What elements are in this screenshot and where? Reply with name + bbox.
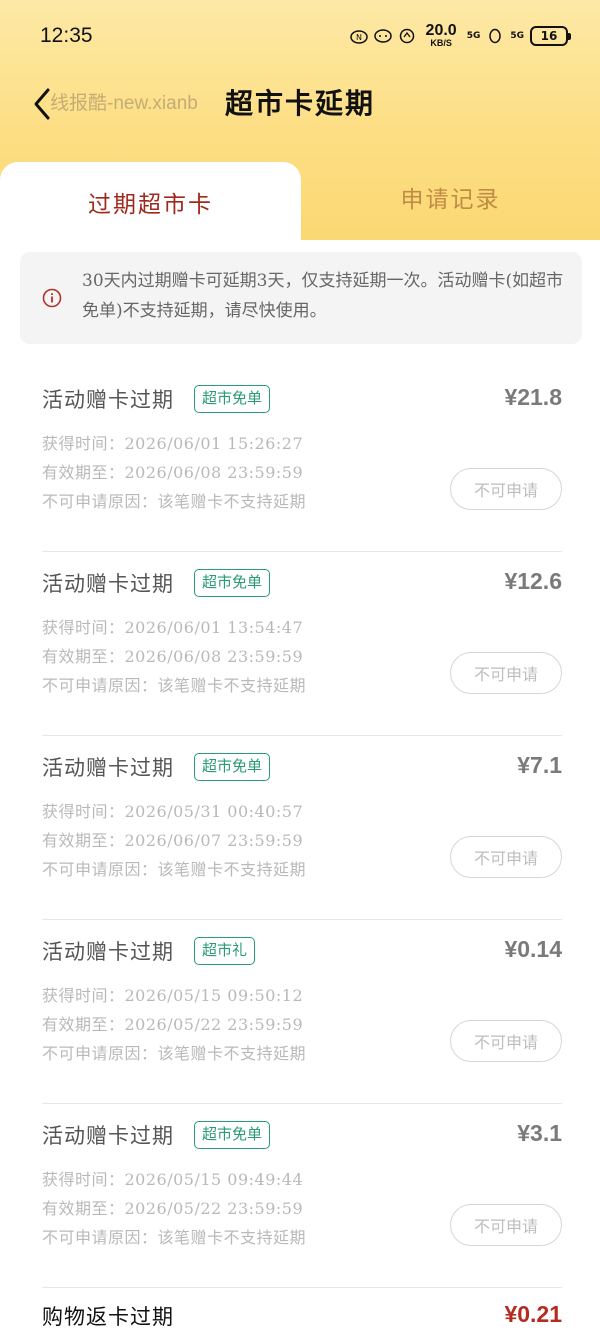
card-item: 活动赠卡过期 超市礼 ¥0.14 获得时间：2026/05/15 09:50:1…	[42, 920, 562, 1104]
status-time: 12:35	[40, 24, 93, 47]
card-valid-until: 有效期至：2026/06/08 23:59:59	[42, 647, 304, 666]
tab-bar: 过期超市卡 申请记录	[0, 162, 600, 242]
card-item: 活动赠卡过期 超市免单 ¥3.1 获得时间：2026/05/15 09:49:4…	[42, 1104, 562, 1288]
card-reason: 不可申请原因：该笔赠卡不支持延期	[42, 1044, 307, 1063]
card-reason: 不可申请原因：该笔赠卡不支持延期	[42, 1228, 307, 1247]
signal-5g-label-2: 5G	[510, 31, 524, 41]
card-reason: 不可申请原因：该笔赠卡不支持延期	[42, 860, 307, 879]
card-amount: ¥21.8	[504, 384, 562, 410]
card-title: 活动赠卡过期	[42, 756, 174, 780]
card-obtained-time: 获得时间：2026/05/15 09:50:12	[42, 986, 304, 1005]
card-tag: 超市免单	[194, 1121, 271, 1149]
navigation-bar: 线报酷-new.xianb 超市卡延期	[0, 72, 600, 136]
card-valid-until: 有效期至：2026/05/22 23:59:59	[42, 1199, 304, 1218]
card-amount: ¥3.1	[517, 1120, 562, 1146]
qq-penguin-icon	[489, 28, 502, 44]
card-reason: 不可申请原因：该笔赠卡不支持延期	[42, 492, 307, 511]
notice-box: 30天内过期赠卡可延期3天，仅支持延期一次。活动赠卡(如超市免单)不支持延期，请…	[20, 252, 582, 344]
card-amount: ¥0.14	[504, 936, 562, 962]
card-item-partial: 购物返卡过期 ¥0.21	[42, 1289, 562, 1341]
card-amount: ¥0.21	[504, 1301, 562, 1327]
info-icon	[42, 288, 62, 308]
card-amount: ¥12.6	[504, 568, 562, 594]
signal-5g-label: 5G	[466, 31, 481, 41]
card-valid-until: 有效期至：2026/05/22 23:59:59	[42, 1015, 304, 1034]
card-item: 活动赠卡过期 超市免单 ¥7.1 获得时间：2026/05/31 00:40:5…	[42, 736, 562, 920]
card-valid-until: 有效期至：2026/06/08 23:59:59	[42, 463, 304, 482]
status-icons: N 20.0 KB/S 5G 5G 16	[349, 22, 571, 50]
notice-text: 30天内过期赠卡可延期3天，仅支持延期一次。活动赠卡(如超市免单)不支持延期，请…	[82, 271, 564, 321]
status-bar: 12:35 N 20.0 KB/S 5G 5G 16	[0, 0, 600, 72]
battery-level: 16	[540, 29, 558, 43]
card-item: 活动赠卡过期 超市免单 ¥12.6 获得时间：2026/06/01 13:54:…	[42, 552, 562, 736]
speed-unit: KB/S	[430, 38, 452, 48]
battery-indicator: 16	[530, 26, 571, 46]
speed-value: 20.0	[425, 22, 457, 39]
card-title: 活动赠卡过期	[42, 940, 174, 964]
card-title: 活动赠卡过期	[42, 572, 174, 596]
cannot-apply-button[interactable]: 不可申请	[450, 1204, 562, 1246]
card-obtained-time: 获得时间：2026/06/01 15:26:27	[42, 434, 304, 453]
notification-n-icon: N	[349, 30, 368, 44]
card-obtained-time: 获得时间：2026/06/01 13:54:47	[42, 618, 304, 637]
card-obtained-time: 获得时间：2026/05/15 09:49:44	[42, 1170, 304, 1189]
app-notification-icon	[399, 28, 414, 44]
card-obtained-time: 获得时间：2026/05/31 00:40:57	[42, 802, 304, 821]
page-title: 超市卡延期	[224, 87, 375, 120]
card-amount: ¥7.1	[517, 752, 562, 778]
card-tag: 超市免单	[194, 569, 271, 597]
network-speed: 20.0 KB/S	[425, 22, 457, 49]
card-tag: 超市免单	[194, 753, 271, 781]
card-title: 活动赠卡过期	[42, 388, 174, 412]
tab-application-records[interactable]: 申请记录	[301, 162, 600, 232]
card-tag: 超市免单	[194, 385, 271, 413]
card-valid-until: 有效期至：2026/06/07 23:59:59	[42, 831, 304, 850]
card-item: 活动赠卡过期 超市免单 ¥21.8 获得时间：2026/06/01 15:26:…	[42, 368, 562, 552]
cannot-apply-button[interactable]: 不可申请	[450, 836, 562, 878]
cannot-apply-button[interactable]: 不可申请	[450, 468, 562, 510]
svg-text:N: N	[356, 33, 362, 42]
card-title: 购物返卡过期	[42, 1305, 174, 1329]
cannot-apply-button[interactable]: 不可申请	[450, 652, 562, 694]
card-tag: 超市礼	[194, 937, 256, 965]
card-title: 活动赠卡过期	[42, 1124, 174, 1148]
chat-bubble-icon	[373, 29, 392, 43]
tab-expired-cards[interactable]: 过期超市卡	[0, 162, 301, 242]
cannot-apply-button[interactable]: 不可申请	[450, 1020, 562, 1062]
card-reason: 不可申请原因：该笔赠卡不支持延期	[42, 676, 307, 695]
